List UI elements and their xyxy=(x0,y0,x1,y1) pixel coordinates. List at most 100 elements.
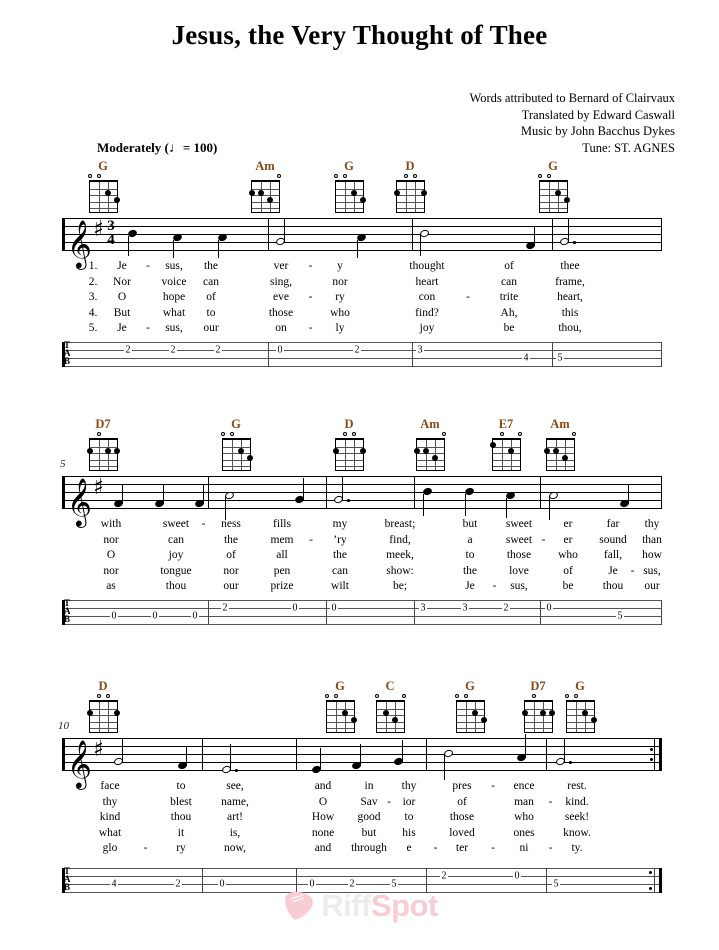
lyric-word: the xyxy=(203,260,219,272)
finger-dot xyxy=(420,190,427,196)
lyric-word: thy xyxy=(102,795,118,808)
tab-fret-number: 0 xyxy=(545,602,553,614)
credit-line-tune: Tune: ST. AGNES xyxy=(582,140,675,155)
finger-dot xyxy=(554,190,561,196)
chord-diagram-e7[interactable]: E7 xyxy=(485,418,527,471)
finger-dot xyxy=(257,190,264,196)
finger-dot xyxy=(521,710,528,716)
lyric-word: pres xyxy=(452,780,472,792)
staff-line xyxy=(62,738,662,739)
fret-wire-line xyxy=(492,446,520,448)
barline xyxy=(552,218,553,251)
chord-diagram-g[interactable]: G xyxy=(449,680,491,733)
lyric-word: art! xyxy=(227,811,243,823)
repeat-dot xyxy=(650,748,653,751)
lyric-word: the xyxy=(332,549,348,561)
chord-diagram-am[interactable]: Am xyxy=(539,418,581,471)
chord-diagram-g[interactable]: G xyxy=(532,160,574,213)
fret-wire-line xyxy=(456,715,484,716)
fretboard-grid xyxy=(86,700,120,733)
lyric-word: glo xyxy=(102,842,118,854)
finger-dot xyxy=(86,448,93,454)
tab-fret-number: 0 xyxy=(276,344,284,356)
chord-diagram-g[interactable]: G xyxy=(215,418,257,471)
time-signature-bottom: 4 xyxy=(107,232,115,248)
chord-name-label: D xyxy=(98,679,108,693)
fret-wire-line xyxy=(89,208,117,209)
fret-wire-line xyxy=(416,453,444,454)
lyric-hyphen: - xyxy=(548,795,553,808)
lyric-word: ’ry xyxy=(333,533,347,546)
lyric-word: ry xyxy=(335,291,345,303)
chord-diagram-am[interactable]: Am xyxy=(244,160,286,213)
fret-wire-line xyxy=(524,728,552,729)
lyric-hyphen: - xyxy=(541,533,546,546)
lyric-word: to xyxy=(206,306,216,319)
measure-number-5: 5 xyxy=(60,458,66,470)
chord-diagram-g[interactable]: G xyxy=(559,680,601,733)
tab-fret-number: 3 xyxy=(416,344,424,356)
fret-wire-line xyxy=(89,459,117,461)
chord-diagram-d7[interactable]: D7 xyxy=(82,418,124,471)
lyric-word: Je xyxy=(117,322,127,334)
lyric-word: see, xyxy=(226,780,244,792)
staff-line xyxy=(62,250,662,251)
lyric-word: thou xyxy=(170,811,192,823)
lyric-line: Ojoy of all the meek, to those who fall, how xyxy=(0,549,719,565)
lyric-word: love xyxy=(509,564,529,577)
lyric-word: sweet xyxy=(505,533,533,546)
chord-name-label: G xyxy=(335,679,345,693)
chord-diagram-d7[interactable]: D7 xyxy=(517,680,559,733)
tab-line xyxy=(62,876,662,877)
lyric-word: ior xyxy=(402,795,416,808)
chord-diagram-g[interactable]: G xyxy=(319,680,361,733)
open-string-circle-icon xyxy=(87,174,92,178)
staff-line xyxy=(62,476,662,477)
finger-dot xyxy=(471,710,478,716)
lyric-word: of xyxy=(206,291,216,303)
lyric-word: nor xyxy=(103,564,119,577)
chord-diagram-d[interactable]: D xyxy=(82,680,124,733)
barline xyxy=(654,738,655,771)
lyric-line: face to see, and in thy pres ence rest. - xyxy=(0,780,719,796)
barline xyxy=(268,218,269,251)
fret-wire-line xyxy=(89,446,117,448)
chord-diagram-d[interactable]: D xyxy=(389,160,431,213)
lyric-word: face xyxy=(100,780,120,792)
fret-wire-line xyxy=(566,708,594,710)
lyric-word: Nor xyxy=(113,275,131,288)
lyric-word: Je xyxy=(465,580,475,592)
lyrics-block: 1. Je sus, the ver y thought of thee - - 2. Nor voice… xyxy=(0,260,719,338)
tab-fret-number: 0 xyxy=(291,602,299,614)
chord-diagram-d[interactable]: D xyxy=(328,418,370,471)
open-string-circle-icon xyxy=(105,694,110,698)
open-string-circle-icon xyxy=(517,432,522,436)
chord-diagram-am[interactable]: Am xyxy=(409,418,451,471)
lyric-line: 2. Nor voice can sing, nor heart can frame, xyxy=(0,276,719,292)
fret-wire-line xyxy=(396,195,424,196)
fret-wire-line xyxy=(546,446,574,448)
chord-diagram-g[interactable]: G xyxy=(82,160,124,213)
tab-repeat-dot xyxy=(649,871,652,874)
open-string-circle-icon xyxy=(276,174,281,178)
credit-line-music: Music by John Bacchus Dykes xyxy=(520,124,675,138)
fret-wire-line xyxy=(222,466,250,467)
verse-number: 4. xyxy=(88,306,98,319)
tab-line xyxy=(62,342,662,343)
chord-diagram-g[interactable]: G xyxy=(328,160,370,213)
fret-wire-line xyxy=(89,453,117,454)
lyric-word: Je xyxy=(117,260,127,272)
fret-wire-line xyxy=(326,728,354,729)
fretboard-grid xyxy=(455,700,487,733)
finger-dot xyxy=(552,448,559,454)
chord-diagram-c[interactable]: C xyxy=(369,680,411,733)
fret-wire-line xyxy=(524,708,552,710)
lyric-word: But xyxy=(113,306,131,319)
fret-wire-line xyxy=(251,195,279,196)
lyric-line: 5. Je sus, our on ly joy be thou, - - xyxy=(0,322,719,338)
fret-wire-line xyxy=(89,721,117,723)
lyric-word: a xyxy=(467,533,473,546)
lyric-word: nor xyxy=(223,564,239,577)
lyric-word: O xyxy=(318,795,328,808)
finger-dot xyxy=(113,196,120,203)
